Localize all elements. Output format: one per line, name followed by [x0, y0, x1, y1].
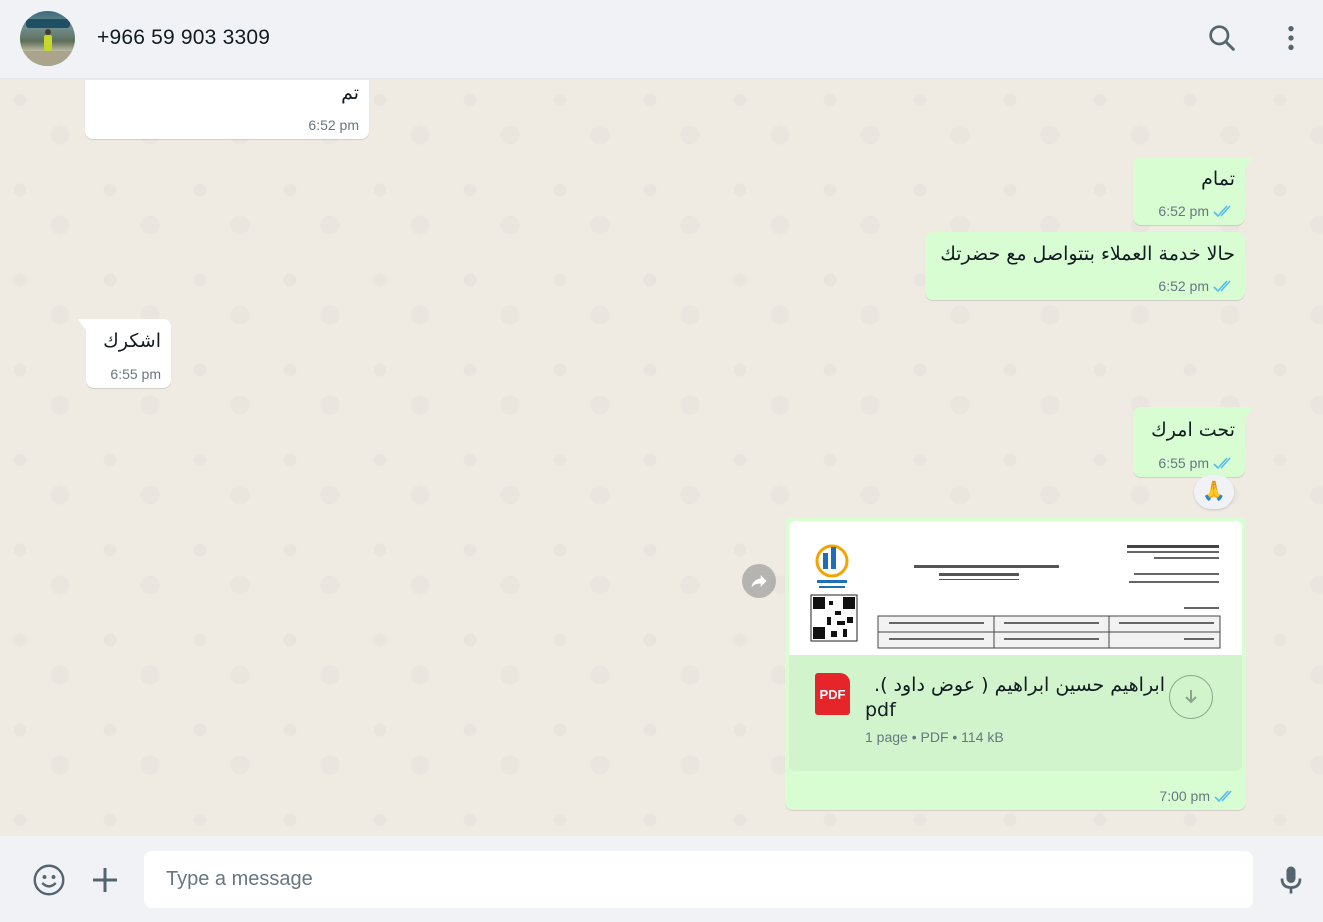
forward-button[interactable] — [742, 564, 776, 598]
message-time: 6:52 pm — [1158, 278, 1209, 294]
read-ticks-icon — [1214, 790, 1232, 803]
message-time: 6:52 pm — [1158, 203, 1209, 219]
message-bubble-outgoing[interactable]: تمام 6:52 pm — [1133, 157, 1253, 225]
document-file-name: ابراهيم حسين ابراهيم ( عوض داود ). pdf — [865, 673, 1165, 723]
message-meta: 6:52 pm — [308, 117, 359, 133]
document-message[interactable]: PDF ابراهيم حسين ابراهيم ( عوض داود ). p… — [785, 517, 1246, 810]
bubble-tail — [1244, 157, 1253, 170]
attach-plus-icon[interactable] — [87, 862, 123, 898]
message-meta: 6:52 pm — [1158, 278, 1235, 294]
bubble-tail — [78, 319, 87, 332]
read-ticks-icon — [1213, 205, 1231, 218]
message-bubble-incoming[interactable]: اشكرك 6:55 pm — [78, 319, 171, 388]
message-bubble-outgoing[interactable]: تحت امرك 6:55 pm — [1133, 407, 1253, 477]
message-meta: 6:55 pm — [110, 366, 161, 382]
message-text: تمام — [1201, 168, 1235, 190]
message-time: 6:55 pm — [1158, 455, 1209, 471]
bubble-tail — [1244, 407, 1253, 420]
message-text: تم — [341, 82, 359, 104]
pdf-file-icon: PDF — [815, 673, 850, 715]
message-text: تحت امرك — [1151, 419, 1235, 441]
read-ticks-icon — [1213, 457, 1231, 470]
document-file-name-line2: pdf — [865, 699, 896, 721]
document-file-name-line1: ابراهيم حسين ابراهيم ( عوض داود ). — [874, 674, 1165, 696]
search-icon[interactable] — [1206, 22, 1238, 54]
message-bubble-incoming[interactable]: تم 6:52 pm — [85, 80, 369, 139]
reaction-badge[interactable]: 🙏 — [1194, 475, 1234, 509]
avatar-person — [44, 35, 52, 51]
message-input[interactable] — [144, 851, 1253, 908]
download-icon — [1185, 690, 1197, 704]
chat-area: تم 6:52 pm تمام 6:52 pm حالا خدمة العملا… — [0, 80, 1323, 836]
download-button[interactable] — [1169, 675, 1213, 719]
document-preview[interactable] — [789, 521, 1242, 655]
message-time: 7:00 pm — [1159, 788, 1210, 804]
whatsapp-window: +966 59 903 3309 تم 6:52 pm تمام 6:52 pm — [0, 0, 1323, 922]
message-meta: 7:00 pm — [1159, 788, 1236, 804]
message-bubble-outgoing[interactable]: حالا خدمة العملاء بتتواصل مع حضرتك 6:52 … — [925, 232, 1245, 300]
avatar[interactable] — [20, 11, 75, 66]
document-card[interactable]: PDF ابراهيم حسين ابراهيم ( عوض داود ). p… — [789, 655, 1242, 771]
read-ticks-icon — [1213, 280, 1231, 293]
microphone-icon[interactable] — [1273, 862, 1309, 898]
message-time: 6:52 pm — [308, 117, 359, 133]
forward-icon — [751, 575, 767, 588]
avatar-canopy — [26, 19, 70, 28]
message-time: 6:55 pm — [110, 366, 161, 382]
message-meta: 6:55 pm — [1158, 455, 1235, 471]
message-text: حالا خدمة العملاء بتتواصل مع حضرتك — [940, 243, 1235, 265]
message-meta: 6:52 pm — [1158, 203, 1235, 219]
avatar-ground — [20, 51, 75, 66]
emoji-icon[interactable] — [31, 862, 67, 898]
menu-icon[interactable] — [1275, 22, 1307, 54]
contact-name[interactable]: +966 59 903 3309 — [97, 26, 270, 50]
document-details: 1 page • PDF • 114 kB — [865, 729, 1004, 745]
chat-header: +966 59 903 3309 — [0, 0, 1323, 79]
document-thumbnail — [789, 521, 1242, 655]
composer-bar — [0, 836, 1323, 922]
message-text: اشكرك — [103, 330, 161, 352]
